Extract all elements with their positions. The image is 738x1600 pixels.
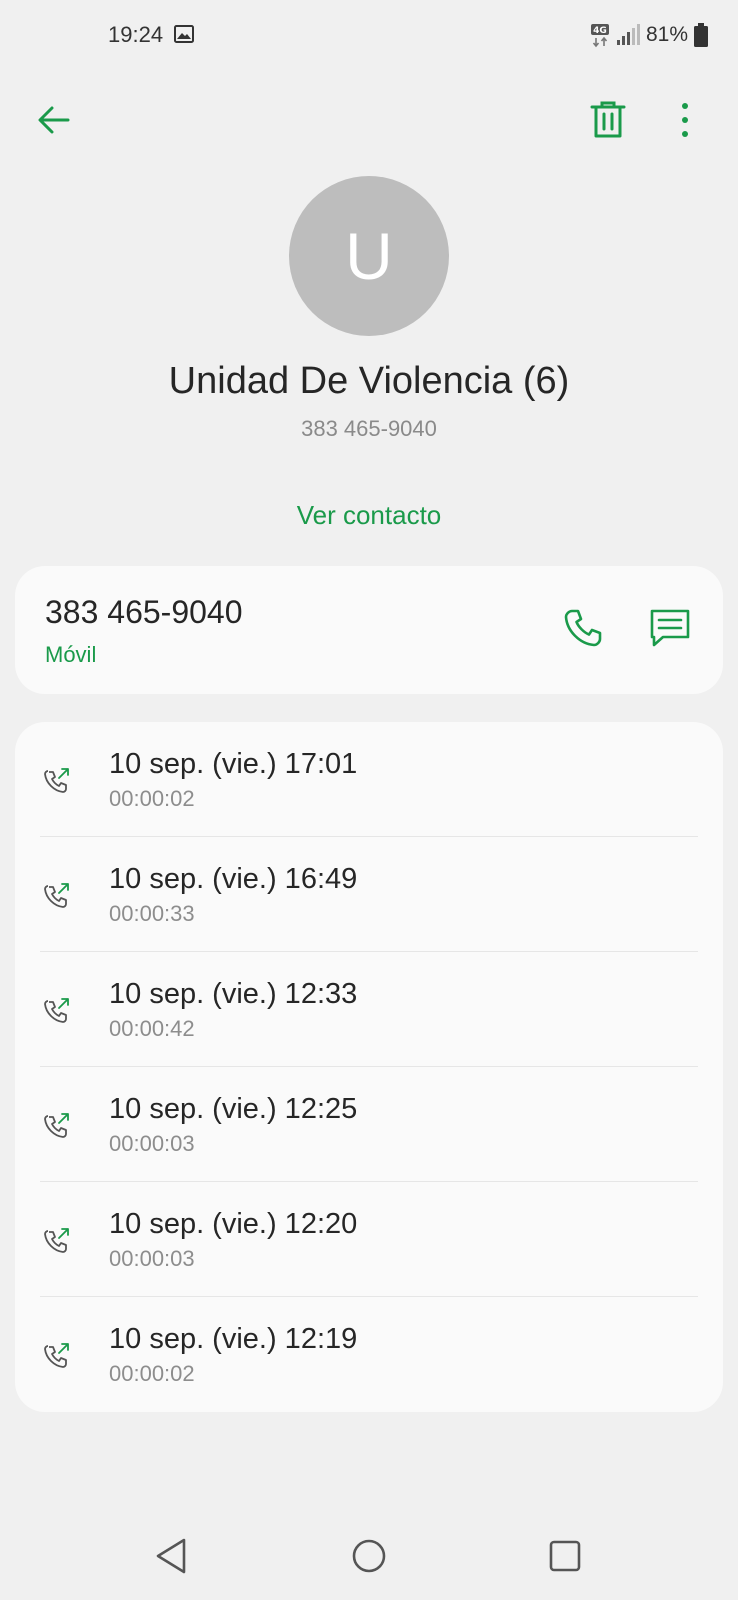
status-bar: 19:24 4G 81% (0, 0, 738, 72)
network-4g-icon: 4G (590, 22, 610, 48)
call-log-row[interactable]: 10 sep. (vie.) 17:01 00:00:02 (15, 722, 723, 837)
call-log-date: 10 sep. (vie.) 12:20 (109, 1208, 358, 1240)
message-button[interactable] (649, 608, 691, 648)
more-vert-icon (682, 103, 688, 137)
call-log-duration: 00:00:03 (109, 1131, 195, 1156)
call-log-row[interactable]: 10 sep. (vie.) 12:33 00:00:42 (15, 952, 723, 1067)
number-card: 383 465-9040 Móvil (15, 566, 723, 694)
battery-percent: 81% (645, 23, 688, 46)
arrow-back-icon (38, 106, 70, 134)
nav-back-icon (156, 1538, 186, 1574)
outgoing-call-icon (43, 766, 71, 794)
outgoing-call-icon (43, 1226, 71, 1254)
call-log-row[interactable]: 10 sep. (vie.) 12:25 00:00:03 (15, 1067, 723, 1182)
nav-home-button[interactable] (351, 1538, 387, 1574)
nav-recents-button[interactable] (548, 1539, 582, 1573)
call-log-row[interactable]: 10 sep. (vie.) 12:20 00:00:03 (15, 1182, 723, 1297)
contact-number: 383 465-9040 (301, 416, 437, 441)
call-log-duration: 00:00:42 (109, 1016, 195, 1041)
call-details-screen: 19:24 4G 81% U Unidad De Violencia (6) 3… (0, 0, 738, 1600)
view-contact-link[interactable]: Ver contacto (0, 500, 738, 531)
nav-recents-icon (549, 1540, 581, 1572)
number-type: Móvil (45, 642, 97, 667)
call-log-list: 10 sep. (vie.) 17:01 00:00:02 10 sep. (v… (15, 722, 723, 1412)
number-value: 383 465-9040 (45, 594, 243, 630)
svg-text:4G: 4G (593, 26, 607, 36)
call-log-duration: 00:00:03 (109, 1246, 195, 1271)
avatar: U (289, 176, 449, 336)
gallery-icon (174, 25, 194, 43)
message-icon (650, 609, 690, 647)
call-log-date: 10 sep. (vie.) 12:19 (109, 1323, 358, 1355)
call-log-date: 10 sep. (vie.) 17:01 (109, 748, 358, 780)
call-log-date: 10 sep. (vie.) 16:49 (109, 863, 358, 895)
call-log-duration: 00:00:02 (109, 786, 195, 811)
status-time: 19:24 (108, 22, 164, 47)
phone-icon (564, 609, 602, 647)
back-button[interactable] (34, 100, 74, 140)
outgoing-call-icon (43, 1341, 71, 1369)
nav-back-button[interactable] (154, 1537, 188, 1575)
call-log-date: 10 sep. (vie.) 12:33 (109, 978, 358, 1010)
outgoing-call-icon (43, 881, 71, 909)
more-options-button[interactable] (670, 100, 700, 140)
call-log-date: 10 sep. (vie.) 12:25 (109, 1093, 358, 1125)
nav-home-icon (352, 1539, 386, 1573)
battery-icon (694, 23, 708, 47)
status-indicators: 4G 81% (590, 22, 708, 48)
call-log-row[interactable]: 10 sep. (vie.) 16:49 00:00:33 (15, 837, 723, 952)
outgoing-call-icon (43, 1111, 71, 1139)
call-log-duration: 00:00:02 (109, 1361, 195, 1386)
delete-button[interactable] (590, 100, 626, 140)
signal-icon (616, 24, 640, 46)
call-log-duration: 00:00:33 (109, 901, 195, 926)
trash-icon (590, 101, 626, 138)
outgoing-call-icon (43, 996, 71, 1024)
call-button[interactable] (563, 608, 603, 648)
contact-name: Unidad De Violencia (6) (168, 360, 570, 402)
call-log-row[interactable]: 10 sep. (vie.) 12:19 00:00:02 (15, 1297, 723, 1412)
